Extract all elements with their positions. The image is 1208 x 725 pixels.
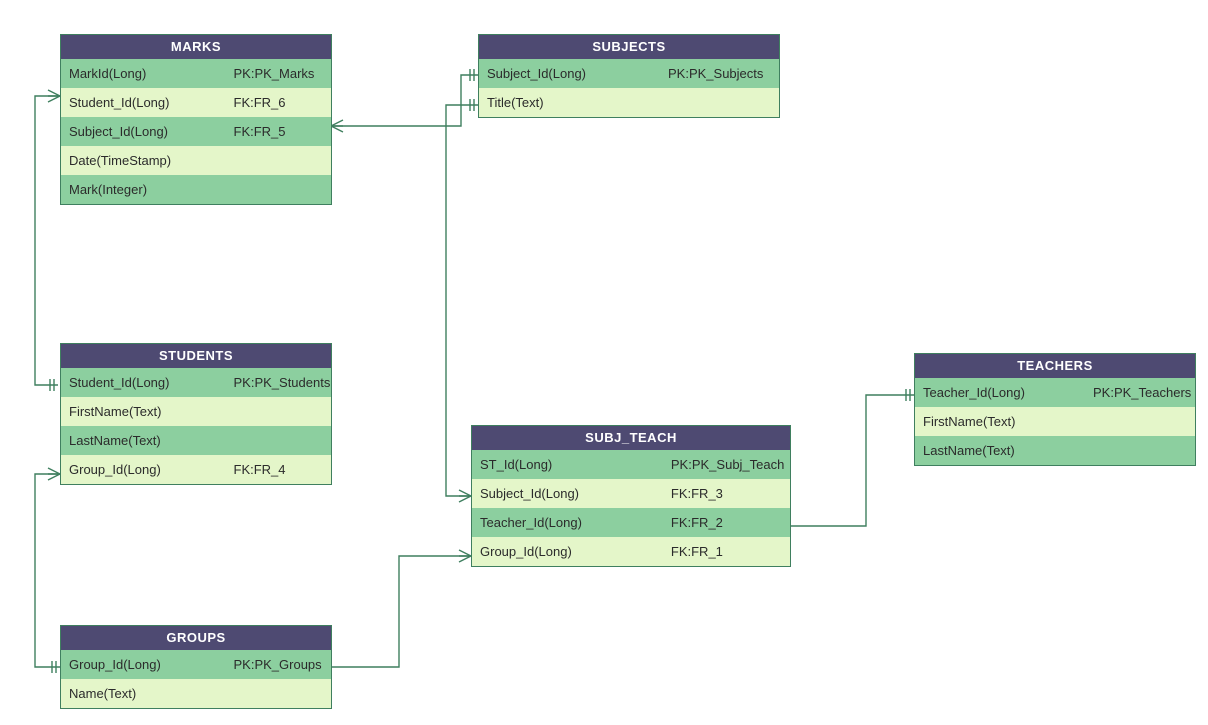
table-row: FirstName(Text) [915,407,1195,436]
table-row: Date(TimeStamp) [61,146,331,175]
table-row: Teacher_Id(Long)FK:FR_2 [472,508,790,537]
entity-teachers-title: TEACHERS [915,354,1195,378]
table-row: Group_Id(Long)PK:PK_Groups [61,650,331,679]
table-row: ST_Id(Long)PK:PK_Subj_Teach [472,450,790,479]
table-row: Subject_Id(Long)FK:FR_3 [472,479,790,508]
table-row: Title(Text) [479,88,779,117]
table-row: Student_Id(Long)FK:FR_6 [61,88,331,117]
entity-groups-title: GROUPS [61,626,331,650]
table-row: Group_Id(Long)FK:FR_4 [61,455,331,484]
er-diagram-canvas: { "entities":{ "marks":{ "title":"MARKS"… [0,0,1208,725]
table-row: Student_Id(Long)PK:PK_Students [61,368,331,397]
table-row: Group_Id(Long)FK:FR_1 [472,537,790,566]
table-row: LastName(Text) [915,436,1195,465]
table-row: Subject_Id(Long)PK:PK_Subjects [479,59,779,88]
entity-subjects-title: SUBJECTS [479,35,779,59]
entity-subj-teach-title: SUBJ_TEACH [472,426,790,450]
entity-marks[interactable]: MARKS MarkId(Long)PK:PK_Marks Student_Id… [60,34,332,205]
table-row: Mark(Integer) [61,175,331,204]
table-row: MarkId(Long)PK:PK_Marks [61,59,331,88]
entity-subjects[interactable]: SUBJECTS Subject_Id(Long)PK:PK_Subjects … [478,34,780,118]
entity-students-title: STUDENTS [61,344,331,368]
entity-marks-title: MARKS [61,35,331,59]
entity-subj-teach[interactable]: SUBJ_TEACH ST_Id(Long)PK:PK_Subj_Teach S… [471,425,791,567]
table-row: Name(Text) [61,679,331,708]
entity-students[interactable]: STUDENTS Student_Id(Long)PK:PK_Students … [60,343,332,485]
entity-groups[interactable]: GROUPS Group_Id(Long)PK:PK_Groups Name(T… [60,625,332,709]
table-row: LastName(Text) [61,426,331,455]
table-row: Subject_Id(Long)FK:FR_5 [61,117,331,146]
entity-teachers[interactable]: TEACHERS Teacher_Id(Long)PK:PK_Teachers … [914,353,1196,466]
table-row: FirstName(Text) [61,397,331,426]
table-row: Teacher_Id(Long)PK:PK_Teachers [915,378,1195,407]
